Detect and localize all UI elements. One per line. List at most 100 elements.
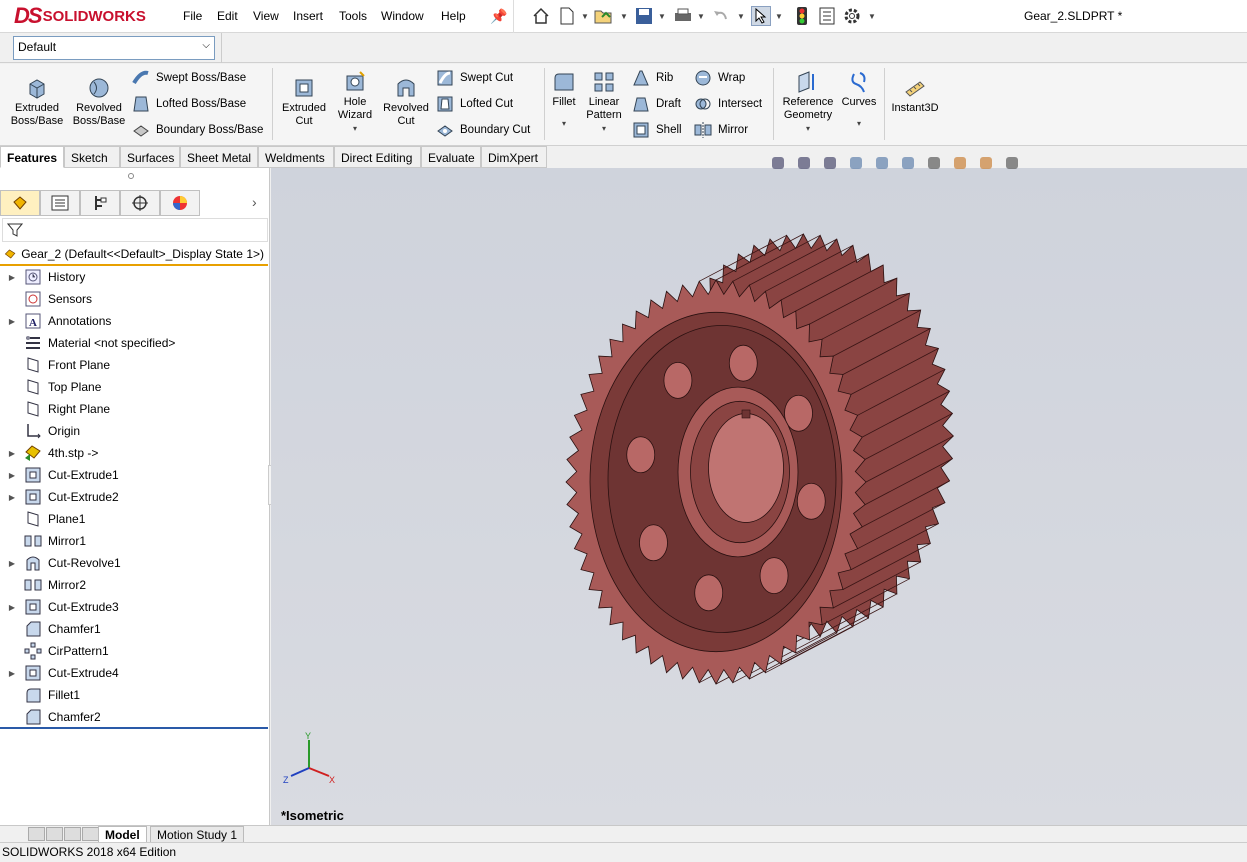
tab-last-icon[interactable] <box>82 827 99 841</box>
hole-wizard-button[interactable]: Hole Wizard ▾ <box>330 70 380 135</box>
tree-item-annotations[interactable]: ▶ A Annotations <box>0 310 111 332</box>
tab-prev-icon[interactable] <box>46 827 63 841</box>
swept-boss-button[interactable]: Swept Boss/Base <box>132 69 246 87</box>
menu-help[interactable]: Help <box>441 9 466 23</box>
menu-window[interactable]: Window <box>381 9 424 23</box>
rollback-bar[interactable] <box>0 727 268 729</box>
lofted-boss-button[interactable]: Lofted Boss/Base <box>132 95 246 113</box>
select-pointer-icon[interactable] <box>751 6 771 26</box>
expand-arrow-icon[interactable]: ▶ <box>0 669 24 678</box>
save-icon[interactable] <box>634 6 654 26</box>
chevron-down-icon[interactable]: ▼ <box>658 12 666 21</box>
undo-icon[interactable] <box>711 6 731 26</box>
menu-edit[interactable]: Edit <box>217 9 238 23</box>
tree-item-top-plane[interactable]: Top Plane <box>0 376 101 398</box>
wrap-button[interactable]: Wrap <box>694 69 745 87</box>
tree-filter[interactable] <box>2 218 268 242</box>
tree-item-right-plane[interactable]: Right Plane <box>0 398 110 420</box>
configuration-dropdown[interactable]: Default ⌵ <box>13 36 215 60</box>
expand-arrow-icon[interactable]: ▶ <box>0 449 24 458</box>
expand-arrow-icon[interactable]: ▶ <box>0 603 24 612</box>
expand-arrow-icon[interactable]: ▶ <box>0 471 24 480</box>
property-manager-tab-icon[interactable] <box>40 190 80 216</box>
linear-pattern-button[interactable]: Linear Pattern ▾ <box>582 70 626 135</box>
tree-item-chamfer1[interactable]: Chamfer1 <box>0 618 101 640</box>
file-properties-icon[interactable] <box>817 6 837 26</box>
boundary-cut-button[interactable]: Boundary Cut <box>436 121 530 139</box>
tree-item-cut-extrude2[interactable]: ▶ Cut-Extrude2 <box>0 486 119 508</box>
tree-item-cut-revolve1[interactable]: ▶ Cut-Revolve1 <box>0 552 121 574</box>
tab-features[interactable]: Features <box>0 146 64 168</box>
tab-direct-editing[interactable]: Direct Editing <box>334 146 421 168</box>
rib-button[interactable]: Rib <box>632 69 673 87</box>
chevron-down-icon[interactable]: ▼ <box>581 12 589 21</box>
intersect-button[interactable]: Intersect <box>694 95 762 113</box>
menu-file[interactable]: File <box>183 9 202 23</box>
tree-root[interactable]: Gear_2 (Default<<Default>_Display State … <box>0 244 268 266</box>
tree-item-cirpattern1[interactable]: CirPattern1 <box>0 640 109 662</box>
tree-item-material-not-specified[interactable]: Material <not specified> <box>0 332 175 354</box>
swept-cut-button[interactable]: Swept Cut <box>436 69 513 87</box>
chevron-down-icon[interactable]: ▾ <box>857 117 861 130</box>
tree-item-origin[interactable]: Origin <box>0 420 80 442</box>
tree-item-mirror1[interactable]: Mirror1 <box>0 530 86 552</box>
chevron-down-icon[interactable]: ▼ <box>868 12 876 21</box>
fillet-button[interactable]: Fillet ▾ <box>548 70 580 130</box>
chevron-down-icon[interactable]: ▼ <box>697 12 705 21</box>
open-folder-icon[interactable] <box>594 6 614 26</box>
chevron-down-icon[interactable]: ▾ <box>602 122 606 135</box>
tree-item-plane1[interactable]: Plane1 <box>0 508 85 530</box>
revolved-boss-button[interactable]: Revolved Boss/Base <box>72 76 126 128</box>
menu-tools[interactable]: Tools <box>339 9 367 23</box>
chevron-down-icon[interactable]: ▼ <box>737 12 745 21</box>
extruded-boss-button[interactable]: Extruded Boss/Base <box>10 76 64 128</box>
tab-sketch[interactable]: Sketch <box>64 146 120 168</box>
tab-motion-study[interactable]: Motion Study 1 <box>150 826 245 843</box>
chevron-right-icon[interactable]: › <box>252 194 257 210</box>
tree-item-chamfer2[interactable]: Chamfer2 <box>0 706 101 728</box>
chevron-down-icon[interactable]: ▾ <box>806 122 810 135</box>
expand-arrow-icon[interactable]: ▶ <box>0 493 24 502</box>
tree-item-history[interactable]: ▶ History <box>0 266 85 288</box>
tree-item-mirror2[interactable]: Mirror2 <box>0 574 86 596</box>
tab-sheet-metal[interactable]: Sheet Metal <box>180 146 258 168</box>
chevron-down-icon[interactable]: ▾ <box>353 122 357 135</box>
tree-item-cut-extrude1[interactable]: ▶ Cut-Extrude1 <box>0 464 119 486</box>
tab-dimxpert[interactable]: DimXpert <box>481 146 547 168</box>
tab-weldments[interactable]: Weldments <box>258 146 334 168</box>
rebuild-traffic-light-icon[interactable] <box>792 6 812 26</box>
tab-next-icon[interactable] <box>64 827 81 841</box>
panel-grip-icon[interactable] <box>128 173 134 179</box>
draft-button[interactable]: Draft <box>632 95 681 113</box>
curves-button[interactable]: Curves ▾ <box>840 70 878 130</box>
configuration-manager-tab-icon[interactable] <box>80 190 120 216</box>
tree-item-cut-extrude3[interactable]: ▶ Cut-Extrude3 <box>0 596 119 618</box>
chevron-down-icon[interactable]: ▾ <box>562 117 566 130</box>
tree-item-4th-stp[interactable]: ▶ 4th.stp -> <box>0 442 98 464</box>
expand-arrow-icon[interactable]: ▶ <box>0 317 24 326</box>
chevron-down-icon[interactable]: ▼ <box>620 12 628 21</box>
boundary-boss-button[interactable]: Boundary Boss/Base <box>132 121 263 139</box>
filter-icon[interactable] <box>7 222 23 238</box>
home-icon[interactable] <box>531 6 551 26</box>
menu-insert[interactable]: Insert <box>293 9 323 23</box>
instant3d-button[interactable]: Instant3D <box>888 76 942 115</box>
print-icon[interactable] <box>673 6 693 26</box>
new-document-icon[interactable] <box>557 6 577 26</box>
pin-icon[interactable]: 📌 <box>490 8 507 25</box>
tab-model[interactable]: Model <box>98 826 147 843</box>
feature-manager-tab-icon[interactable] <box>0 190 40 216</box>
tree-item-cut-extrude4[interactable]: ▶ Cut-Extrude4 <box>0 662 119 684</box>
mirror-button[interactable]: Mirror <box>694 121 748 139</box>
tree-item-sensors[interactable]: Sensors <box>0 288 92 310</box>
expand-arrow-icon[interactable]: ▶ <box>0 559 24 568</box>
gear-model[interactable] <box>271 168 1247 825</box>
reference-geometry-button[interactable]: Reference Geometry ▾ <box>778 70 838 135</box>
extruded-cut-button[interactable]: Extruded Cut <box>278 76 330 128</box>
lofted-cut-button[interactable]: Lofted Cut <box>436 95 513 113</box>
revolved-cut-button[interactable]: Revolved Cut <box>381 76 431 128</box>
display-manager-tab-icon[interactable] <box>160 190 200 216</box>
expand-arrow-icon[interactable]: ▶ <box>0 273 24 282</box>
shell-button[interactable]: Shell <box>632 121 682 139</box>
tree-item-front-plane[interactable]: Front Plane <box>0 354 110 376</box>
